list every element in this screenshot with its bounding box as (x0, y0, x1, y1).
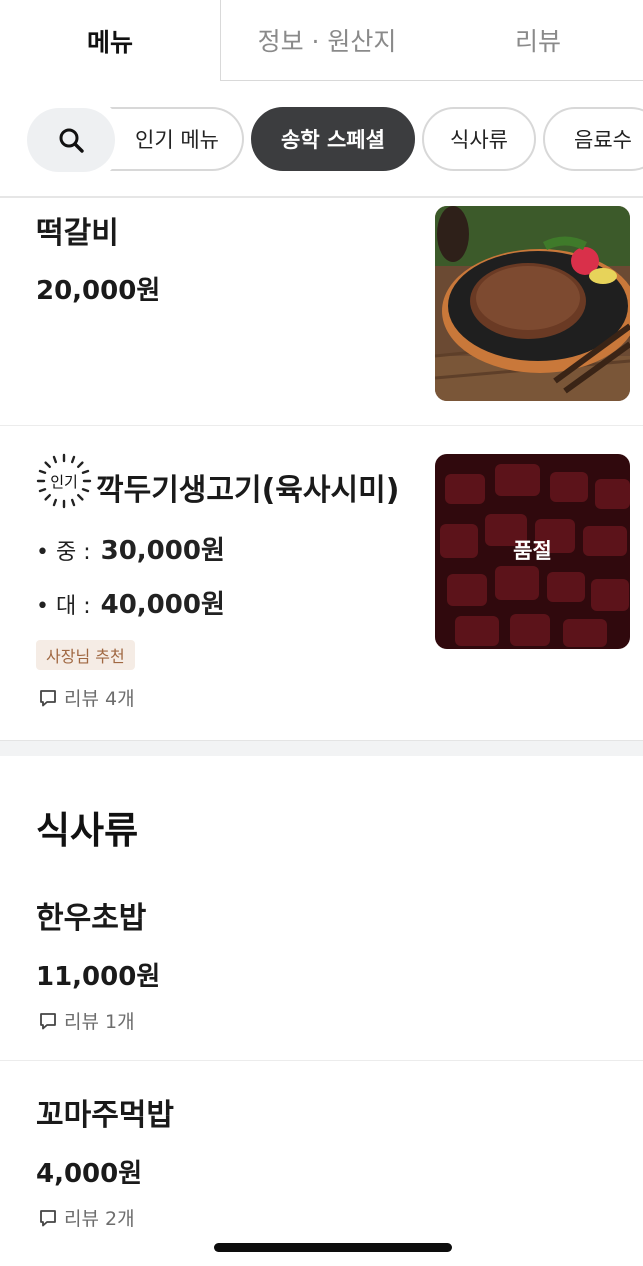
menu-item-price: 20,000원 (36, 276, 161, 306)
popular-badge-label: 인기 (50, 473, 78, 491)
menu-item-title[interactable]: 꼬마주먹밥 (36, 1090, 174, 1134)
menu-item-title[interactable]: 깍두기생고기(육사시미) (96, 465, 399, 509)
tab-reviews[interactable]: 리뷰 (433, 0, 643, 81)
comment-icon (40, 1209, 56, 1226)
option-price: 30,000원 (100, 536, 225, 566)
comment-icon (40, 689, 56, 706)
review-count[interactable]: 리뷰 2개 (38, 1204, 135, 1231)
tab-info-origin[interactable]: 정보 · 원산지 (221, 0, 433, 81)
kkakdugi-raw-beef-photo[interactable]: 품절 (435, 454, 630, 649)
tteokgalbi-photo[interactable] (435, 206, 630, 401)
menu-item-title[interactable]: 떡갈비 (36, 208, 119, 252)
price-option-large: • 대 : 40,000원 (36, 584, 225, 621)
chip-drinks[interactable]: 음료수 (543, 107, 643, 171)
section-gap (0, 740, 643, 756)
menu-item-price: 4,000원 (36, 1159, 143, 1189)
chip-meals[interactable]: 식사류 (422, 107, 536, 171)
option-label: • 대 : (36, 594, 91, 619)
home-indicator[interactable] (214, 1243, 452, 1252)
menu-item-price: 11,000원 (36, 962, 161, 992)
chip-popular-menu[interactable]: 인기 메뉴 (110, 107, 244, 171)
comment-icon (40, 1012, 56, 1029)
search-icon (59, 128, 84, 153)
search-button[interactable] (27, 108, 115, 172)
review-count[interactable]: 리뷰 1개 (38, 1007, 135, 1034)
review-count-label: 리뷰 2개 (64, 1208, 135, 1230)
section-title: 식사류 (36, 809, 139, 852)
item-divider (0, 425, 643, 426)
tab-menu[interactable]: 메뉴 (0, 0, 221, 81)
review-count-label: 리뷰 4개 (64, 688, 135, 710)
price-option-medium: • 중 : 30,000원 (36, 530, 225, 567)
soldout-label: 품절 (513, 539, 552, 563)
option-label: • 중 : (36, 540, 91, 565)
tab-bar: 메뉴 정보 · 원산지 리뷰 (0, 0, 643, 81)
popular-badge-icon: 인기 (36, 453, 92, 509)
menu-item-title[interactable]: 한우초밥 (36, 893, 146, 937)
review-count-label: 리뷰 1개 (64, 1011, 135, 1033)
owner-recommend-tag: 사장님 추천 (36, 640, 135, 670)
review-count[interactable]: 리뷰 4개 (38, 684, 135, 711)
chip-songhak-special[interactable]: 송학 스페셜 (251, 107, 415, 171)
option-price: 40,000원 (100, 590, 225, 620)
category-chips: 인기 메뉴 송학 스페셜 식사류 음료수 (0, 81, 643, 198)
item-divider (0, 1060, 643, 1061)
